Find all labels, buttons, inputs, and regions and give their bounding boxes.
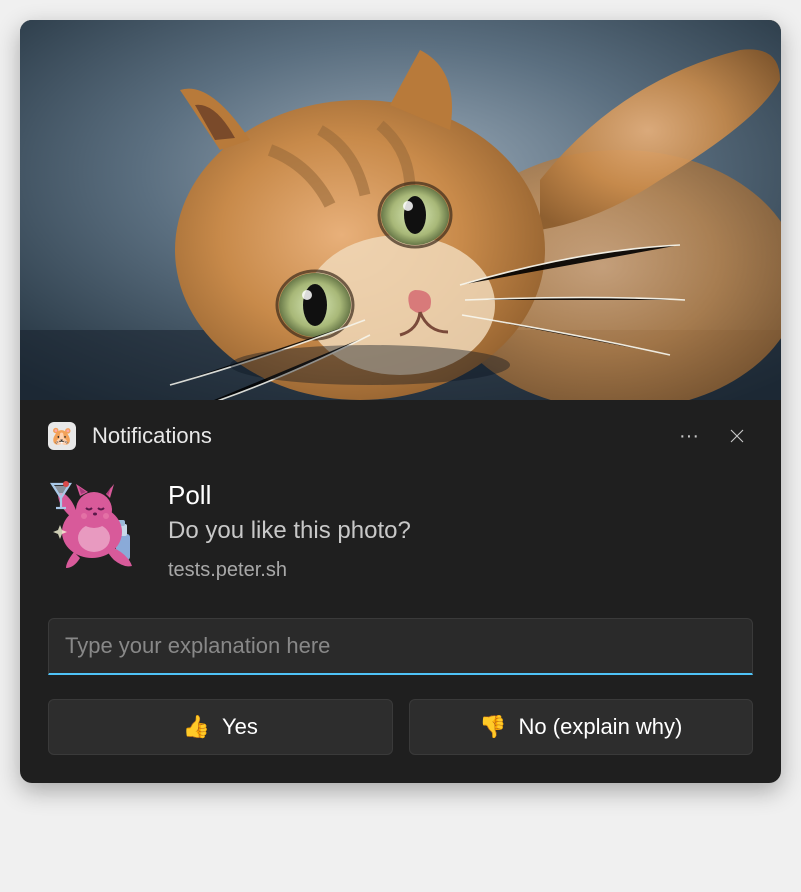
ellipsis-icon: ···: [679, 425, 699, 448]
notification-toast: 🐹 Notifications ···: [20, 20, 781, 783]
close-button[interactable]: [721, 420, 753, 452]
input-section: [20, 600, 781, 675]
yes-button[interactable]: 👍 Yes: [48, 699, 393, 755]
cat-photo: [20, 20, 781, 400]
notification-source: tests.peter.sh: [168, 559, 753, 582]
notification-header: 🐹 Notifications ···: [20, 400, 781, 466]
no-button-label: No (explain why): [519, 714, 683, 740]
yes-button-label: Yes: [222, 714, 258, 740]
pink-cat-cocktail-icon: [48, 476, 144, 572]
app-name: Notifications: [92, 423, 657, 449]
app-icon: 🐹: [48, 422, 76, 450]
notification-title: Poll: [168, 480, 753, 511]
notification-body: Do you like this photo?: [168, 517, 753, 545]
no-button[interactable]: 👎 No (explain why): [409, 699, 754, 755]
thumbs-down-icon: 👎: [479, 714, 506, 740]
hero-image: [20, 20, 781, 400]
more-options-button[interactable]: ···: [673, 420, 705, 452]
thumbs-up-icon: 👍: [183, 714, 210, 740]
notification-icon: [48, 476, 144, 572]
notification-text: Poll Do you like this photo? tests.peter…: [168, 476, 753, 582]
explanation-input[interactable]: [48, 618, 753, 675]
action-buttons: 👍 Yes 👎 No (explain why): [20, 675, 781, 783]
hamster-icon: 🐹: [51, 426, 73, 447]
close-icon: [728, 427, 746, 445]
notification-content: Poll Do you like this photo? tests.peter…: [20, 466, 781, 600]
